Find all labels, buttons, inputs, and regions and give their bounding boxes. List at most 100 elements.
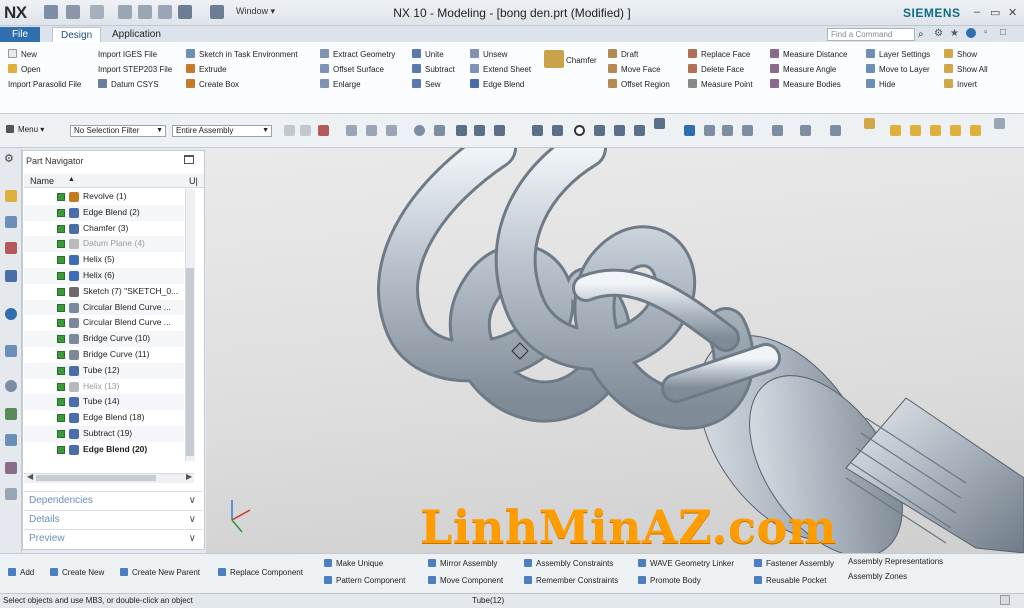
maximize-inner-icon[interactable]: □ [1000, 27, 1006, 38]
folder-export-icon[interactable] [950, 125, 961, 136]
command-search-input[interactable]: Find a Command [827, 28, 915, 41]
create-box-button[interactable]: Create Box [186, 77, 298, 92]
snap-arc-center-icon[interactable] [552, 125, 563, 136]
checkbox-icon[interactable] [57, 303, 65, 312]
render-style-icon[interactable] [742, 125, 753, 136]
extend-sheet-button[interactable]: Extend Sheet [470, 62, 531, 77]
sew-button[interactable]: Sew [412, 77, 455, 92]
tree-row[interactable]: Revolve (1) [24, 189, 184, 205]
bulb-model[interactable] [206, 148, 1024, 553]
subtract-button[interactable]: Subtract [412, 62, 455, 77]
cube-icon[interactable] [434, 125, 445, 136]
reuse-library-icon[interactable] [5, 270, 17, 282]
assembly-navigator-icon[interactable] [5, 216, 17, 228]
section-preview[interactable]: Preview ∨ [24, 529, 202, 547]
checkbox-icon[interactable] [57, 445, 65, 454]
tree-row[interactable]: Datum Plane (4) [24, 236, 184, 253]
checkbox-icon[interactable] [57, 256, 65, 265]
face-rule-icon[interactable] [366, 125, 377, 136]
move-component-button[interactable]: Move Component [428, 574, 503, 587]
roles-icon[interactable] [5, 488, 17, 500]
unite-button[interactable]: Unite [412, 47, 455, 62]
snap-point-icon[interactable] [594, 125, 605, 136]
close-icon[interactable]: ✕ [1008, 6, 1017, 19]
tree-row[interactable]: Bridge Curve (10) [24, 331, 184, 347]
menu-button[interactable]: Menu ▾ [6, 125, 44, 134]
tree-row[interactable]: Circular Blend Curve ... [24, 299, 184, 316]
tab-application[interactable]: Application [104, 27, 169, 42]
delete-face-button[interactable]: Delete Face [688, 62, 753, 77]
draft-button[interactable]: Draft [608, 47, 670, 62]
tree-row[interactable]: Circular Blend Curve ... [24, 315, 184, 331]
hd3d-icon[interactable] [5, 308, 17, 320]
help-icon[interactable] [966, 28, 976, 38]
import-step-button[interactable]: Import STEP203 File [98, 62, 172, 77]
assembly-representations-button[interactable]: Assembly Representations [848, 555, 943, 568]
new-button[interactable]: New [8, 47, 81, 62]
move-face-button[interactable]: Move Face [608, 62, 670, 77]
column-up-to-date[interactable]: U| [189, 176, 198, 186]
tree-hscroll-thumb[interactable] [36, 475, 156, 481]
curve-rule-icon[interactable] [346, 125, 357, 136]
background-icon[interactable] [800, 125, 811, 136]
chamfer-button[interactable]: Chamfer [566, 53, 597, 68]
tree-row[interactable]: Tube (14) [24, 394, 184, 411]
replace-component-button[interactable]: Replace Component [218, 566, 303, 579]
create-new-parent-button[interactable]: Create New Parent [120, 566, 200, 579]
tab-design[interactable]: Design [52, 27, 102, 42]
snap-end-icon[interactable] [456, 125, 467, 136]
chamfer-icon[interactable] [544, 50, 564, 68]
invert-button[interactable]: Invert [944, 77, 988, 92]
measure-distance-button[interactable]: Measure Distance [770, 47, 847, 62]
tree-row[interactable]: Helix (5) [24, 252, 184, 268]
folder-save-icon[interactable] [910, 125, 921, 136]
checkbox-icon[interactable] [57, 429, 65, 438]
column-name[interactable]: Name [30, 176, 54, 186]
tree-row[interactable]: Subtract (19) [24, 425, 184, 442]
promote-body-button[interactable]: Promote Body [638, 574, 701, 587]
section-dependencies[interactable]: Dependencies ∨ [24, 491, 202, 509]
checkbox-icon[interactable] [57, 224, 65, 233]
remember-constraints-button[interactable]: Remember Constraints [524, 574, 618, 587]
checkbox-icon[interactable] [57, 208, 65, 217]
folder-import-icon[interactable] [970, 125, 981, 136]
checkbox-icon[interactable] [57, 271, 65, 280]
tree-row[interactable]: Edge Blend (2) [24, 204, 184, 221]
history-icon[interactable] [5, 380, 17, 392]
minimize-icon[interactable]: – [974, 6, 980, 18]
checkbox-icon[interactable] [57, 319, 65, 328]
hide-button[interactable]: Hide [866, 77, 930, 92]
pattern-component-button[interactable]: Pattern Component [324, 574, 405, 587]
settings-icon[interactable]: ⚙ [4, 152, 14, 165]
snap-icon[interactable] [284, 125, 295, 136]
orient-view-icon[interactable] [772, 125, 783, 136]
rectangle-select-icon[interactable] [386, 125, 397, 136]
graphics-viewport[interactable] [206, 148, 1024, 553]
datum-csys-button[interactable]: Datum CSYS [98, 77, 172, 92]
checkbox-icon[interactable] [57, 335, 65, 344]
assembly-scope-dropdown[interactable]: Entire Assembly ▼ [172, 125, 272, 137]
mirror-assembly-button[interactable]: Mirror Assembly [428, 557, 497, 570]
checkbox-icon[interactable] [57, 414, 65, 423]
measure-point-button[interactable]: Measure Point [688, 77, 753, 92]
process-studio-icon[interactable] [5, 434, 17, 446]
search-icon[interactable]: ⌕ [918, 29, 924, 40]
tree-row[interactable]: Chamfer (3) [24, 221, 184, 237]
system-materials-icon[interactable] [5, 408, 17, 420]
checkbox-icon[interactable] [57, 382, 65, 391]
part-navigator-icon[interactable] [5, 190, 17, 202]
scroll-right-icon[interactable]: ▶ [186, 472, 192, 481]
light-icon[interactable] [864, 118, 875, 129]
show-all-button[interactable]: Show All [944, 62, 988, 77]
enlarge-button[interactable]: Enlarge [320, 77, 395, 92]
checkbox-icon[interactable] [57, 398, 65, 407]
snap-existing-icon[interactable] [614, 125, 625, 136]
sort-ascending-icon[interactable]: ▲ [68, 176, 75, 183]
constraint-navigator-icon[interactable] [5, 242, 17, 254]
tree-row[interactable]: Bridge Curve (11) [24, 347, 184, 363]
offset-surface-button[interactable]: Offset Surface [320, 62, 395, 77]
tree-row[interactable]: Helix (13) [24, 379, 184, 395]
fastener-assembly-button[interactable]: Fastener Assembly [754, 557, 834, 570]
snap-control-icon[interactable] [494, 125, 505, 136]
checkbox-icon[interactable] [57, 287, 65, 296]
